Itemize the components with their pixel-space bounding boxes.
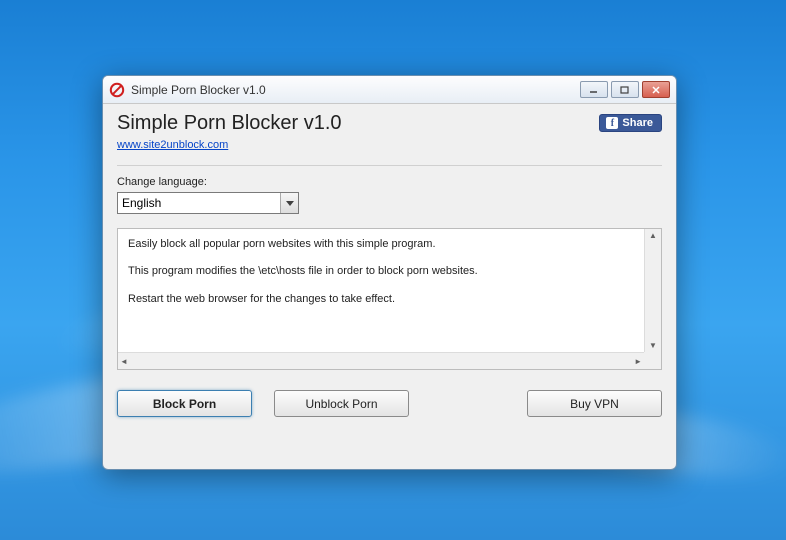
info-line: Easily block all popular porn websites w…	[128, 237, 651, 252]
maximize-button[interactable]	[611, 81, 639, 98]
fb-share-button[interactable]: f Share	[599, 114, 662, 132]
facebook-icon: f	[606, 117, 618, 129]
info-content: Easily block all popular porn websites w…	[118, 229, 661, 369]
unblock-button[interactable]: Unblock Porn	[274, 390, 409, 417]
titlebar[interactable]: Simple Porn Blocker v1.0	[103, 76, 676, 104]
scroll-corner	[644, 352, 661, 369]
scroll-down-icon[interactable]: ▼	[649, 341, 657, 350]
scroll-up-icon[interactable]: ▲	[649, 231, 657, 240]
language-label: Change language:	[117, 176, 662, 188]
app-window: Simple Porn Blocker v1.0 Simple Porn Blo…	[102, 75, 677, 470]
info-line: This program modifies the \etc\hosts fil…	[128, 264, 651, 279]
share-label: Share	[622, 117, 653, 129]
app-icon	[109, 82, 125, 98]
scroll-left-icon[interactable]: ◄	[120, 357, 128, 366]
minimize-button[interactable]	[580, 81, 608, 98]
app-title: Simple Porn Blocker v1.0	[117, 112, 342, 135]
window-controls	[580, 81, 670, 98]
header-left: Simple Porn Blocker v1.0 www.site2unbloc…	[117, 110, 342, 153]
scroll-right-icon[interactable]: ►	[634, 357, 642, 366]
horizontal-scrollbar[interactable]: ◄ ►	[118, 352, 644, 369]
chevron-down-icon	[280, 193, 298, 213]
divider	[117, 165, 662, 166]
site-link[interactable]: www.site2unblock.com	[117, 139, 228, 151]
spacer	[431, 390, 505, 417]
buy-vpn-button[interactable]: Buy VPN	[527, 390, 662, 417]
titlebar-text: Simple Porn Blocker v1.0	[131, 83, 580, 97]
vertical-scrollbar[interactable]: ▲ ▼	[644, 229, 661, 352]
window-body: Simple Porn Blocker v1.0 www.site2unbloc…	[103, 104, 676, 469]
language-selected: English	[122, 196, 161, 210]
block-button[interactable]: Block Porn	[117, 390, 252, 417]
header-row: Simple Porn Blocker v1.0 www.site2unbloc…	[117, 110, 662, 153]
close-button[interactable]	[642, 81, 670, 98]
language-select[interactable]: English	[117, 192, 299, 214]
info-line: Restart the web browser for the changes …	[128, 292, 651, 307]
info-textbox: Easily block all popular porn websites w…	[117, 228, 662, 370]
button-row: Block Porn Unblock Porn Buy VPN	[117, 390, 662, 417]
